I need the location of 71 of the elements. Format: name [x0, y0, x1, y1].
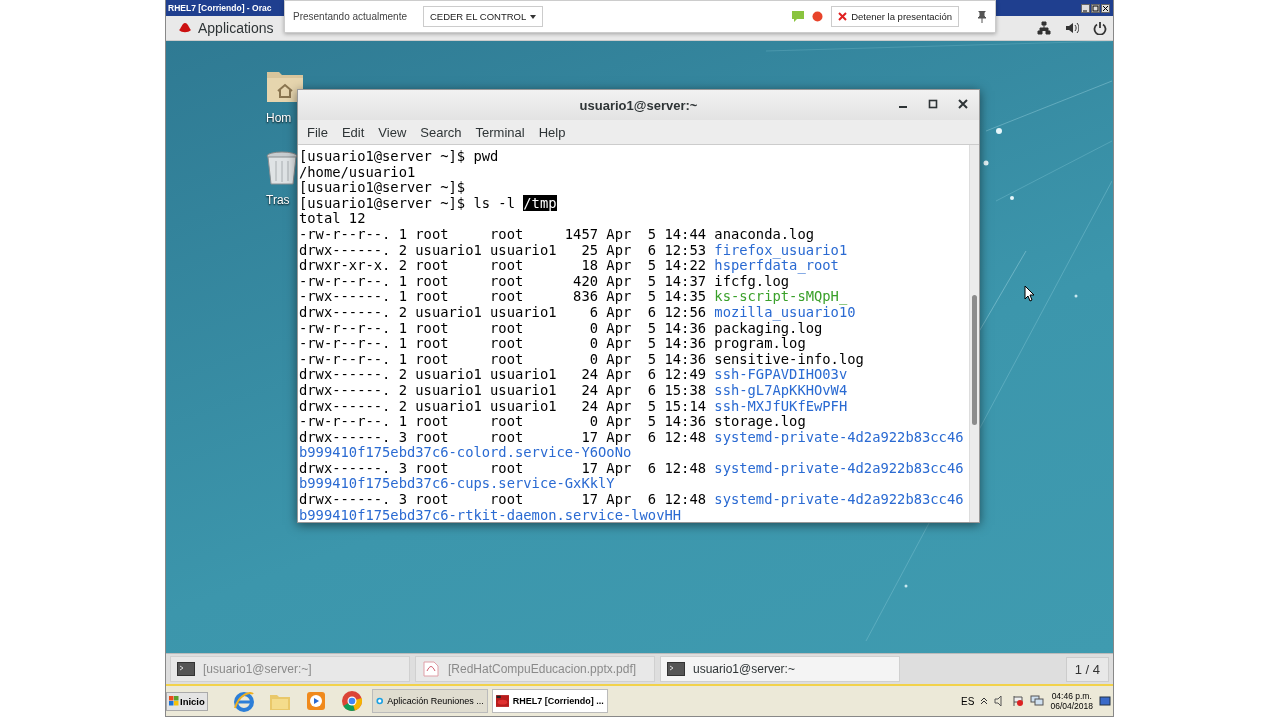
power-icon[interactable]	[1093, 21, 1107, 35]
minimize-icon[interactable]	[1081, 3, 1090, 13]
terminal-line: -rw-r--r--. 1 root root 1457 Apr 5 14:44 anaconda.log	[299, 226, 815, 243]
terminal-line: -rw-r--r--. 1 root root 0 Apr 5 14:36 program.log	[299, 336, 806, 352]
clock[interactable]: 04:46 p.m. 06/04/2018	[1050, 691, 1093, 711]
terminal-line: total 12	[299, 211, 367, 227]
trash-icon[interactable]	[266, 151, 298, 185]
stop-presentation-button[interactable]: Detener la presentación	[831, 6, 959, 27]
terminal-line: -rw-r--r--. 1 root root 0 Apr 5 14:36 storage.log	[299, 414, 807, 430]
window-list-item[interactable]: usuario1@server:~	[660, 656, 900, 682]
chevron-up-icon[interactable]	[980, 697, 989, 705]
terminal-line: -rw-r--r--. 1 root root 0 Apr 5 14:36 packaging.log	[299, 320, 823, 337]
terminal-icon	[667, 662, 685, 676]
media-player-icon[interactable]	[304, 690, 327, 712]
desktop-icon-label: Hom	[266, 111, 292, 125]
hat-icon	[178, 22, 192, 34]
terminal-line: drwxr-xr-x. 2 root root 18 Apr 5 14:22 hsperfdata_root	[299, 258, 839, 274]
pin-icon[interactable]	[977, 10, 987, 23]
menu-item[interactable]: Terminal	[468, 124, 532, 140]
show-desktop-icon[interactable]	[1099, 695, 1111, 707]
browser-icon[interactable]	[232, 690, 255, 712]
terminal-icon	[177, 662, 195, 676]
terminal-line: drwx------. 3 root root 17 Apr 6 12:48 systemd-private-4d2a922b83cc46	[299, 429, 965, 446]
terminal-line: -rwx------. 1 root root 836 Apr 5 14:35 ks-script-sMQpH_	[299, 289, 849, 305]
terminal-line: drwx------. 2 usuario1 usuario1 24 Apr 6 12:49 ssh-FGPAVDIHO03v	[299, 367, 848, 383]
chrome-browser-icon[interactable]	[340, 690, 363, 712]
terminal-line: [usuario1@server ~]$	[299, 180, 467, 196]
flag-icon[interactable]	[1012, 695, 1025, 707]
terminal-line: drwx------. 2 usuario1 usuario1 24 Apr 5 15:14 ssh-MXJfUKfEwPFH	[299, 398, 849, 415]
menu-item[interactable]: Search	[413, 124, 469, 140]
presentation-status: Presentando actualmente	[293, 11, 407, 22]
record-icon[interactable]	[812, 11, 824, 22]
terminal-line: drwx------. 2 usuario1 usuario1 24 Apr 6 15:38 ssh-gL7ApKKHOvW4	[299, 382, 849, 399]
maximize-icon[interactable]	[1091, 3, 1100, 13]
clock-date: 06/04/2018	[1050, 701, 1093, 711]
taskbar-button[interactable]: Aplicación Reuniones ...	[371, 689, 488, 713]
windows-logo-icon	[169, 696, 179, 706]
terminal-line: drwx------. 3 root root 17 Apr 6 12:48 systemd-private-4d2a922b83cc46	[299, 492, 965, 508]
window-title: usuario1@server:~	[579, 97, 698, 113]
taskbar-button[interactable]: RHEL7 [Corriendo] ...	[491, 689, 608, 713]
terminal-line: /home/usuario1	[299, 164, 417, 181]
terminal-line: -rw-r--r--. 1 root root 0 Apr 5 14:36 sensitive-info.log	[299, 351, 865, 368]
applications-menu[interactable]: Applications	[172, 19, 280, 37]
menu-item[interactable]: Help	[531, 124, 573, 140]
terminal-line: drwx------. 3 root root 17 Apr 6 12:48 systemd-private-4d2a922b83cc46	[299, 460, 965, 477]
terminal-line: [usuario1@server ~]$ pwd	[299, 149, 500, 165]
volume-icon[interactable]	[1065, 21, 1079, 35]
caret-icon	[530, 14, 537, 19]
terminal-line: [usuario1@server ~]$ ls -l /tmp	[299, 195, 558, 212]
network-icon[interactable]	[1037, 21, 1051, 35]
terminal-line: drwx------. 2 usuario1 usuario1 6 Apr 6 12:56 mozilla_usuario10	[299, 304, 857, 321]
terminal-line: drwx------. 2 usuario1 usuario1 25 Apr 6 12:53 firefox_usuario1	[299, 242, 849, 259]
desktop-icon-label: Tras	[266, 193, 290, 207]
terminal-line: b999410f175ebd37c6-rtkit-daemon.service-lwovHH	[299, 507, 683, 522]
document-icon	[422, 661, 440, 677]
terminal-line: b999410f175ebd37c6-cups.service-GxKklY	[299, 476, 615, 493]
mouse-pointer-icon	[1024, 285, 1035, 302]
close-icon[interactable]	[1101, 3, 1110, 13]
close-icon	[838, 12, 848, 21]
start-button[interactable]: Inicio	[166, 691, 208, 711]
terminal-line: -rw-r--r--. 1 root root 420 Apr 5 14:37 ifcfg.log	[299, 273, 790, 290]
scrollbar[interactable]	[969, 145, 979, 522]
terminal-line: b999410f175ebd37c6-colord.service-Y6OoNo	[299, 445, 633, 461]
menu-item[interactable]: Edit	[334, 124, 372, 140]
window-title: RHEL7 [Corriendo] - Orac	[167, 3, 272, 13]
menu-item[interactable]: View	[371, 124, 414, 140]
menu-item[interactable]: File	[300, 124, 335, 140]
clock-time: 04:46 p.m.	[1051, 691, 1092, 701]
control-dropdown[interactable]: CEDER EL CONTROL	[422, 6, 544, 27]
workspace-pager[interactable]: 1 / 4	[1065, 656, 1109, 682]
language-indicator[interactable]: ES	[961, 695, 975, 707]
